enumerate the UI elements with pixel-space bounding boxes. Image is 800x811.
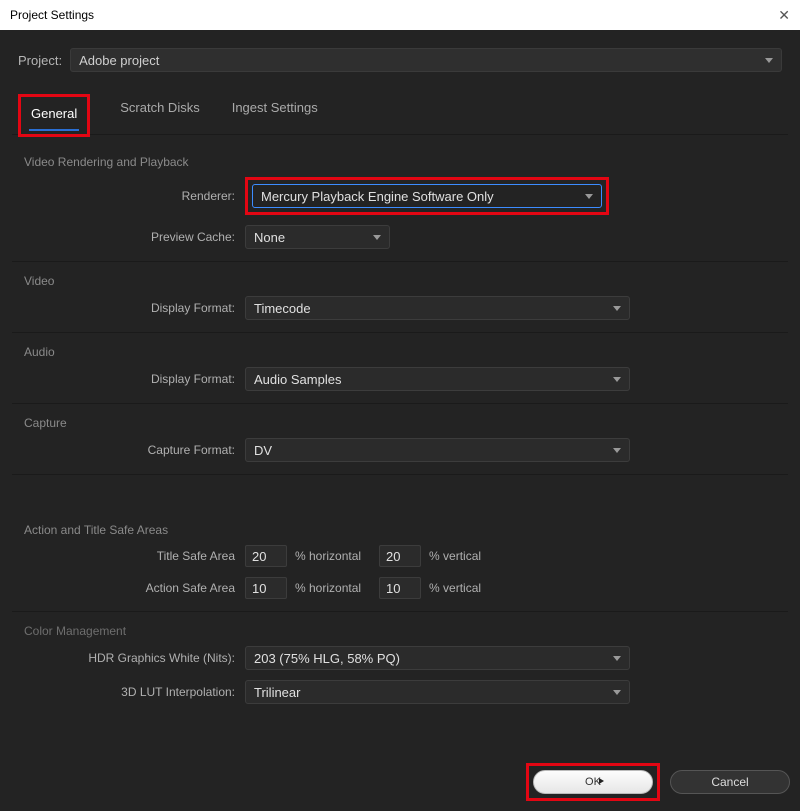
capture-format-value: DV	[254, 443, 272, 458]
section-capture-title: Capture	[24, 416, 780, 430]
section-video-title: Video	[24, 274, 780, 288]
section-color-title: Color Management	[24, 624, 780, 638]
capture-format-row: Capture Format: DV	[20, 438, 780, 462]
project-label: Project:	[18, 53, 62, 68]
pct-h-label: % horizontal	[295, 549, 361, 563]
highlight-general-tab: General	[18, 94, 90, 137]
divider	[12, 403, 788, 404]
video-format-row: Display Format: Timecode	[20, 296, 780, 320]
section-rendering-title: Video Rendering and Playback	[24, 155, 780, 169]
general-panel: Video Rendering and Playback Renderer: M…	[12, 135, 788, 718]
preview-cache-label: Preview Cache:	[20, 230, 245, 244]
dialog-footer: OK Cancel	[526, 763, 790, 801]
title-safe-label: Title Safe Area	[20, 549, 245, 563]
chevron-down-icon	[613, 656, 621, 661]
renderer-label: Renderer:	[20, 189, 245, 203]
lut-value: Trilinear	[254, 685, 300, 700]
divider	[12, 611, 788, 612]
title-safe-h-input[interactable]: 20	[245, 545, 287, 567]
chevron-down-icon	[585, 194, 593, 199]
ok-button[interactable]: OK	[533, 770, 653, 794]
chevron-down-icon	[613, 690, 621, 695]
project-row: Project: Adobe project	[12, 48, 788, 72]
audio-format-value: Audio Samples	[254, 372, 341, 387]
pct-v-label-2: % vertical	[429, 581, 481, 595]
preview-cache-select[interactable]: None	[245, 225, 390, 249]
chevron-down-icon	[613, 306, 621, 311]
section-audio-title: Audio	[24, 345, 780, 359]
audio-format-select[interactable]: Audio Samples	[245, 367, 630, 391]
action-safe-label: Action Safe Area	[20, 581, 245, 595]
divider	[12, 332, 788, 333]
window-title: Project Settings	[10, 8, 94, 22]
hdr-label: HDR Graphics White (Nits):	[20, 651, 245, 665]
divider	[12, 474, 788, 475]
highlight-renderer: Mercury Playback Engine Software Only	[245, 177, 609, 215]
project-select[interactable]: Adobe project	[70, 48, 782, 72]
audio-format-label: Display Format:	[20, 372, 245, 386]
action-safe-h-input[interactable]: 10	[245, 577, 287, 599]
section-safe-title: Action and Title Safe Areas	[24, 523, 780, 537]
highlight-ok: OK	[526, 763, 660, 801]
pct-v-label: % vertical	[429, 549, 481, 563]
preview-cache-row: Preview Cache: None	[20, 225, 780, 249]
chevron-down-icon	[765, 58, 773, 63]
tab-scratch-disks[interactable]: Scratch Disks	[118, 94, 201, 134]
action-safe-v-input[interactable]: 10	[379, 577, 421, 599]
chevron-down-icon	[373, 235, 381, 240]
tab-bar: General Scratch Disks Ingest Settings	[12, 94, 788, 135]
chevron-down-icon	[613, 448, 621, 453]
action-safe-row: Action Safe Area 10 % horizontal 10 % ve…	[20, 577, 780, 599]
title-safe-v-input[interactable]: 20	[379, 545, 421, 567]
renderer-value: Mercury Playback Engine Software Only	[261, 189, 494, 204]
chevron-down-icon	[613, 377, 621, 382]
lut-select[interactable]: Trilinear	[245, 680, 630, 704]
title-safe-row: Title Safe Area 20 % horizontal 20 % ver…	[20, 545, 780, 567]
renderer-row: Renderer: Mercury Playback Engine Softwa…	[20, 177, 780, 215]
titlebar: Project Settings ✕	[0, 0, 800, 30]
divider	[12, 261, 788, 262]
video-format-value: Timecode	[254, 301, 311, 316]
hdr-select[interactable]: 203 (75% HLG, 58% PQ)	[245, 646, 630, 670]
capture-format-select[interactable]: DV	[245, 438, 630, 462]
tab-ingest-settings[interactable]: Ingest Settings	[230, 94, 320, 134]
renderer-select[interactable]: Mercury Playback Engine Software Only	[252, 184, 602, 208]
lut-row: 3D LUT Interpolation: Trilinear	[20, 680, 780, 704]
cancel-button[interactable]: Cancel	[670, 770, 790, 794]
pct-h-label-2: % horizontal	[295, 581, 361, 595]
audio-format-row: Display Format: Audio Samples	[20, 367, 780, 391]
video-format-select[interactable]: Timecode	[245, 296, 630, 320]
preview-cache-value: None	[254, 230, 285, 245]
video-format-label: Display Format:	[20, 301, 245, 315]
cursor-icon: OK	[585, 776, 601, 788]
close-icon[interactable]: ✕	[778, 7, 790, 24]
hdr-value: 203 (75% HLG, 58% PQ)	[254, 651, 400, 666]
project-value: Adobe project	[79, 53, 159, 68]
tab-general[interactable]: General	[29, 100, 79, 131]
capture-format-label: Capture Format:	[20, 443, 245, 457]
lut-label: 3D LUT Interpolation:	[20, 685, 245, 699]
dialog-content: Project: Adobe project General Scratch D…	[0, 30, 800, 730]
hdr-row: HDR Graphics White (Nits): 203 (75% HLG,…	[20, 646, 780, 670]
